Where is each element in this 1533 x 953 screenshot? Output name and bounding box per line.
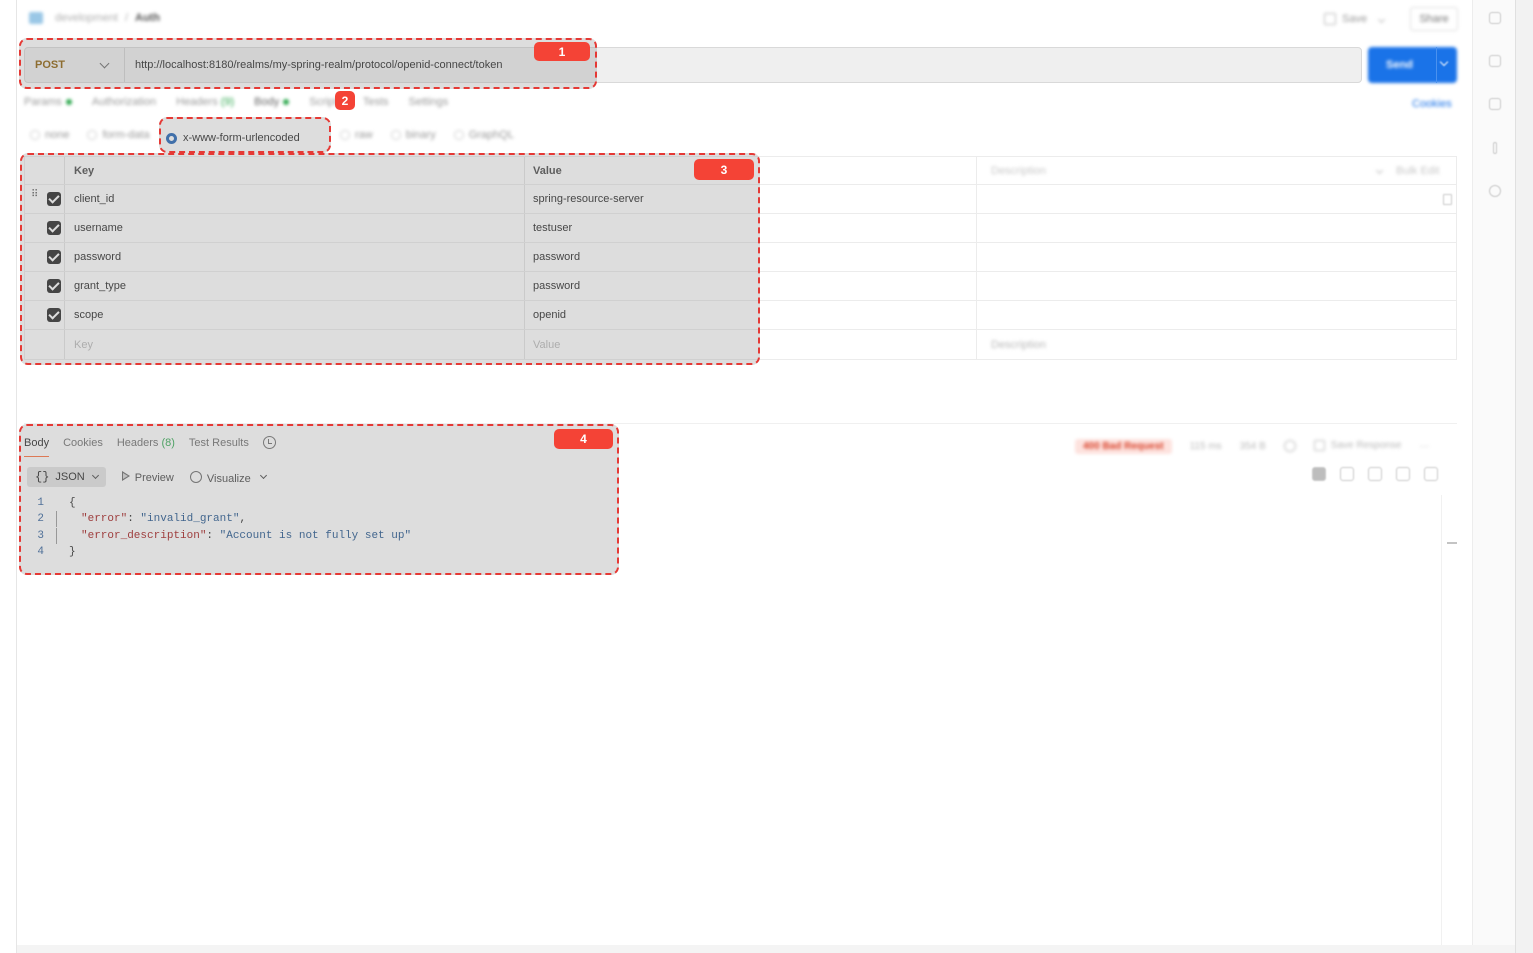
response-scroll-track (1441, 495, 1442, 945)
body-type-form-data[interactable]: form-data (87, 129, 150, 147)
wrap-lines-icon[interactable] (1312, 467, 1326, 481)
breadcrumb-collection[interactable]: development (55, 12, 118, 24)
param-description[interactable] (977, 185, 1377, 213)
cookies-link[interactable]: Cookies (1412, 98, 1452, 110)
radio-icon (87, 130, 98, 141)
window-left-edge (0, 0, 17, 953)
status-bar (17, 945, 1515, 953)
status-badge[interactable]: 400 Bad Request (1075, 438, 1172, 454)
param-description[interactable] (977, 301, 1377, 329)
save-icon (1324, 13, 1336, 25)
body-type-graphql[interactable]: GraphQL (453, 129, 514, 147)
request-type-icon (29, 12, 43, 24)
radio-icon (390, 130, 401, 141)
response-size[interactable]: 354 B (1240, 441, 1266, 452)
window-right-edge (1515, 0, 1533, 953)
breadcrumb-separator: / (125, 12, 129, 24)
request-tabs: Params Authorization Headers (9) Body Scr… (24, 96, 448, 116)
top-bar: development / Auth Save Share (17, 0, 1472, 38)
copy-icon[interactable] (1396, 467, 1410, 481)
radio-icon (30, 130, 40, 141)
related-icon[interactable] (1489, 185, 1501, 197)
annotation-badge: 2 (335, 91, 355, 110)
response-meta: 400 Bad Request 115 ms 354 B Save Respon… (1075, 437, 1429, 455)
breadcrumb-request-name[interactable]: Auth (135, 12, 160, 24)
highlight-region-params-table (20, 153, 760, 365)
highlight-region-response (19, 424, 619, 575)
scroll-marker[interactable] (1447, 542, 1457, 544)
response-time[interactable]: 115 ms (1190, 441, 1222, 452)
body-type-none[interactable]: none (30, 129, 69, 147)
new-description-input[interactable]: Description (977, 330, 1377, 359)
trash-icon[interactable] (1443, 194, 1452, 205)
code-icon[interactable] (1489, 98, 1501, 110)
share-button[interactable]: Share (1410, 7, 1458, 31)
info-icon[interactable] (1493, 142, 1497, 154)
body-type-options-right: raw binary GraphQL (340, 129, 514, 147)
chevron-down-icon (1375, 166, 1384, 175)
tab-params[interactable]: Params (24, 96, 72, 116)
annotation-badge: 3 (694, 159, 754, 180)
right-sidebar (1472, 0, 1515, 953)
radio-icon (453, 130, 464, 141)
param-description[interactable] (977, 214, 1377, 242)
tab-tests[interactable]: Tests (363, 96, 389, 116)
highlight-region-url (19, 38, 597, 89)
body-type-raw[interactable]: raw (340, 129, 373, 147)
comments-icon[interactable] (1489, 55, 1501, 67)
radio-icon (340, 130, 350, 141)
column-header-description: Description (991, 164, 1047, 177)
save-label: Save (1342, 13, 1368, 25)
edit-icon[interactable] (1424, 467, 1438, 481)
tab-settings[interactable]: Settings (409, 96, 449, 116)
send-divider (1436, 47, 1437, 83)
tab-headers[interactable]: Headers (9) (176, 96, 234, 116)
response-tools (1312, 467, 1438, 485)
tab-authorization[interactable]: Authorization (92, 96, 156, 116)
chevron-down-icon (1378, 15, 1386, 23)
filter-icon[interactable] (1340, 467, 1354, 481)
save-response-button[interactable]: Save Response (1313, 440, 1401, 452)
save-button[interactable]: Save (1324, 9, 1404, 29)
body-type-binary[interactable]: binary (390, 129, 436, 147)
body-type-options-left: none form-data (30, 129, 150, 147)
tab-body[interactable]: Body (254, 96, 290, 116)
highlight-region-body-type (159, 117, 331, 153)
documentation-icon[interactable] (1489, 12, 1501, 24)
annotation-badge: 1 (534, 42, 590, 61)
param-description[interactable] (977, 243, 1377, 271)
param-description[interactable] (977, 272, 1377, 300)
annotation-badge: 4 (554, 429, 613, 449)
more-icon[interactable]: ··· (1419, 441, 1429, 452)
search-icon[interactable] (1368, 467, 1382, 481)
globe-icon[interactable] (1283, 440, 1296, 452)
bulk-edit-button[interactable]: Bulk Edit (1375, 157, 1457, 184)
save-icon (1313, 440, 1325, 452)
